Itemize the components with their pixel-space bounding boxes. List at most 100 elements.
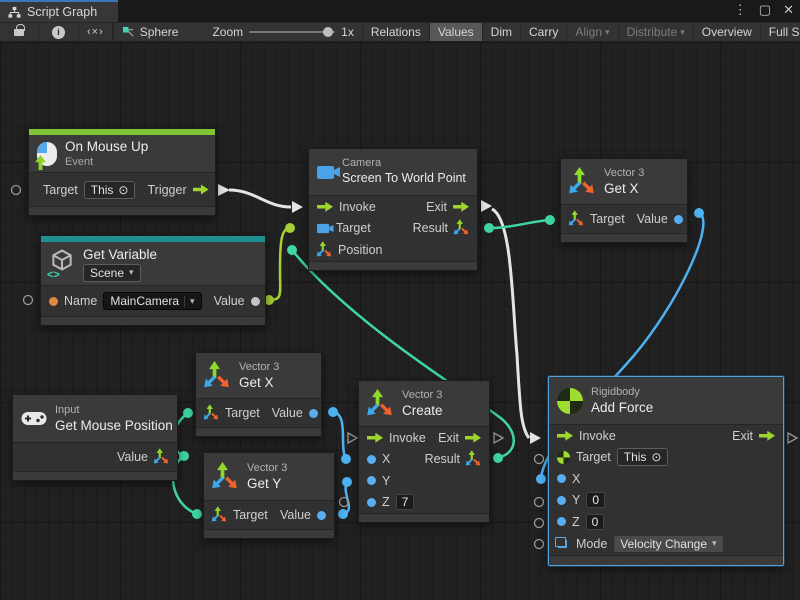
z-label: Z [382, 495, 390, 509]
force-mode-dropdown[interactable]: Velocity Change▾ [613, 535, 723, 553]
target-port-label: Target [43, 183, 78, 197]
exit-label: Exit [438, 431, 459, 445]
x-port[interactable] [557, 474, 566, 483]
invoke-flow-port[interactable] [557, 431, 573, 441]
vector3-port-icon[interactable] [154, 449, 170, 464]
target-label: Target [233, 508, 268, 522]
variables-button[interactable]: ‹×› [79, 23, 113, 41]
node-screen-to-world-point[interactable]: Camera Screen To World Point Invoke Exit… [308, 148, 478, 271]
zoom-control: Zoom 1x [186, 23, 361, 41]
variable-scope-dropdown[interactable]: Scene▾ [83, 264, 141, 282]
z-value-field[interactable]: 0 [586, 514, 605, 530]
position-label: Position [338, 243, 382, 257]
result-label: Result [413, 221, 448, 235]
node-subtitle: Event [65, 155, 148, 169]
inspect-button[interactable]: i [39, 23, 79, 41]
node-add-force[interactable]: Rigidbody Add Force Invoke Exit Target T… [548, 376, 784, 566]
target-self-chip[interactable]: This⊙ [84, 181, 136, 199]
maximize-icon[interactable]: ▢ [759, 2, 771, 18]
node-title: Get Y [247, 475, 287, 492]
y-label: Y [382, 474, 390, 488]
exit-flow-port[interactable] [465, 433, 481, 443]
node-get-x-top[interactable]: Vector 3 Get X Target Value [560, 158, 688, 243]
carry-button[interactable]: Carry [521, 23, 567, 41]
relations-label: Relations [371, 25, 421, 39]
graph-icon [122, 26, 135, 39]
distribute-dropdown[interactable]: Distribute▾ [619, 23, 694, 41]
vector3-port-icon[interactable] [454, 221, 470, 236]
node-get-y[interactable]: Vector 3 Get Y Target Value [203, 452, 335, 539]
graph-breadcrumb[interactable]: Sphere [114, 23, 187, 41]
value-port[interactable] [317, 511, 326, 520]
rigidbody-port-icon[interactable] [557, 451, 570, 464]
target-icon: ⊙ [118, 183, 128, 197]
camera-icon [317, 166, 334, 179]
node-type: Vector 3 [604, 167, 644, 180]
node-footer [13, 471, 177, 480]
node-footer [309, 261, 477, 270]
vector3-port-icon[interactable] [466, 452, 482, 467]
align-dropdown[interactable]: Align▾ [567, 23, 618, 41]
y-value-field[interactable]: 0 [586, 492, 605, 508]
exit-flow-port[interactable] [759, 431, 775, 441]
chevron-down-icon: ▾ [129, 267, 134, 278]
graph-canvas[interactable]: On Mouse Up Event Target This⊙ Trigger [0, 42, 800, 600]
value-label: Value [637, 212, 668, 226]
node-title: On Mouse Up [65, 138, 148, 155]
camera-port-icon[interactable] [317, 224, 329, 233]
node-title: Get X [239, 374, 279, 391]
node-on-mouse-up[interactable]: On Mouse Up Event Target This⊙ Trigger [28, 128, 216, 216]
z-value-field[interactable]: 7 [396, 494, 415, 510]
graph-toolbar: i ‹×› Sphere Zoom 1x Relations Values Di… [0, 22, 800, 42]
vector3-port-icon[interactable] [569, 211, 585, 226]
overview-button[interactable]: Overview [694, 23, 761, 41]
chevron-down-icon: ▾ [712, 538, 717, 549]
relations-button[interactable]: Relations [363, 23, 430, 41]
overview-label: Overview [702, 25, 752, 39]
target-label: Target [336, 221, 371, 235]
node-get-variable[interactable]: <> Get Variable Scene▾ Name MainCamera▾ … [40, 235, 266, 326]
invoke-flow-port[interactable] [367, 433, 383, 443]
trigger-flow-port[interactable] [193, 185, 209, 195]
vector3-port-icon[interactable] [317, 242, 333, 257]
vector3-port-icon[interactable] [204, 405, 220, 420]
close-icon[interactable]: ✕ [783, 2, 794, 18]
fullscreen-button[interactable]: Full Screen [761, 23, 800, 41]
tab-script-graph[interactable]: Script Graph [0, 0, 118, 22]
y-port[interactable] [367, 476, 376, 485]
z-port[interactable] [557, 517, 566, 526]
value-port[interactable] [674, 215, 683, 224]
result-label: Result [425, 452, 460, 466]
mouse-up-icon [37, 142, 57, 166]
value-port[interactable] [251, 297, 260, 306]
y-port[interactable] [557, 496, 566, 505]
vector3-port-icon[interactable] [212, 507, 228, 522]
node-type: Rigidbody [591, 386, 653, 399]
values-button[interactable]: Values [430, 23, 483, 41]
lock-button[interactable] [0, 23, 39, 41]
name-port[interactable] [49, 297, 58, 306]
zoom-slider[interactable] [249, 31, 335, 33]
target-label: Target [225, 406, 260, 420]
variable-name-dropdown[interactable]: MainCamera▾ [103, 292, 201, 310]
value-label: Value [117, 450, 148, 464]
node-get-x-mid[interactable]: Vector 3 Get X Target Value [195, 352, 322, 437]
info-icon: i [52, 26, 65, 39]
y-label: Y [572, 493, 580, 507]
vector3-icon [204, 363, 231, 389]
exit-flow-port[interactable] [453, 202, 469, 212]
z-port[interactable] [367, 498, 376, 507]
invoke-flow-port[interactable] [317, 202, 333, 212]
node-get-mouse-position[interactable]: Input Get Mouse Position Value [12, 394, 178, 481]
chevron-down-icon: ▾ [680, 27, 685, 38]
rigidbody-icon [557, 388, 583, 414]
zoom-value: 1x [341, 25, 354, 39]
node-vector3-create[interactable]: Vector 3 Create Invoke Exit X Result [358, 380, 490, 523]
window-menu-icon[interactable]: ⋮ [734, 2, 747, 18]
value-port[interactable] [309, 409, 318, 418]
zoom-slider-handle[interactable] [323, 27, 333, 37]
dim-button[interactable]: Dim [483, 23, 521, 41]
x-port[interactable] [367, 455, 376, 464]
target-label: Target [590, 212, 625, 226]
target-self-chip[interactable]: This⊙ [617, 448, 669, 466]
